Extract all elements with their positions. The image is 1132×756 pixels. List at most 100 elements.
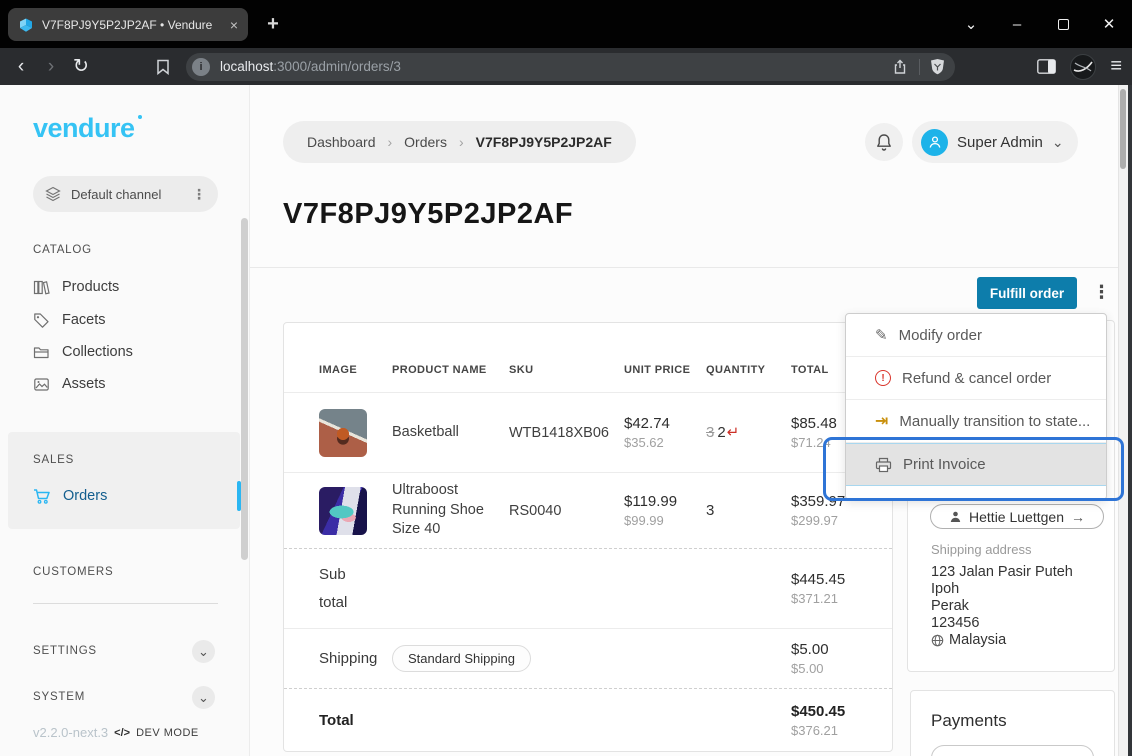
browser-tab[interactable]: V7F8PJ9Y5P2JP2AF • Vendure × xyxy=(8,8,248,41)
url-text[interactable]: localhost:3000/admin/orders/3 xyxy=(220,59,893,74)
notifications-button[interactable] xyxy=(865,123,903,161)
breadcrumb-dashboard[interactable]: Dashboard xyxy=(307,134,376,150)
breadcrumb-sep-icon: › xyxy=(459,134,464,150)
page-scrollbar-thumb[interactable] xyxy=(1120,89,1126,169)
channel-selector[interactable]: Default channel ⋮ xyxy=(33,176,218,212)
app-version: v2.2.0-next.3 xyxy=(33,725,108,740)
window-minimize-button[interactable]: – xyxy=(994,0,1040,48)
dev-mode-badge: DEV MODE xyxy=(136,727,199,739)
cart-icon xyxy=(33,488,51,505)
order-actions-kebab[interactable]: ⋮ xyxy=(1090,277,1114,307)
unit-price: $119.99 xyxy=(624,493,706,510)
maximize-icon xyxy=(1058,19,1069,30)
total-label: Total xyxy=(319,712,791,729)
fulfill-order-button[interactable]: Fulfill order xyxy=(977,277,1077,309)
menu-item-print-invoice[interactable]: Print Invoice xyxy=(846,443,1106,486)
shipping-address-label: Shipping address xyxy=(931,542,1031,557)
product-name[interactable]: Ultraboost Running Shoe Size 40 xyxy=(392,481,509,540)
vendure-admin-app: vendure Default channel ⋮ CATALOG xyxy=(0,85,1132,756)
payment-entry-stub[interactable] xyxy=(931,745,1094,756)
breadcrumb-current: V7F8PJ9Y5P2JP2AF xyxy=(476,134,612,150)
address-bar[interactable]: i localhost:3000/admin/orders/3 xyxy=(186,53,955,81)
sidebar-item-label: Orders xyxy=(63,488,107,504)
tag-icon xyxy=(33,312,50,329)
subtotal-value: $445.45 xyxy=(791,571,892,588)
menu-item-refund-cancel[interactable]: ! Refund & cancel order xyxy=(846,357,1106,400)
reload-button[interactable]: ↻ xyxy=(66,55,96,78)
menu-item-label: Print Invoice xyxy=(903,456,986,473)
share-icon[interactable] xyxy=(893,59,909,75)
sidebar-scrollbar[interactable] xyxy=(241,218,248,560)
page-scrollbar-track[interactable] xyxy=(1118,85,1128,756)
sidebar-item-label: Assets xyxy=(62,376,106,392)
col-header-sku: SKU xyxy=(509,364,624,376)
product-name[interactable]: Basketball xyxy=(392,423,509,443)
new-tab-button[interactable]: + xyxy=(260,11,286,37)
channel-kebab-icon[interactable]: ⋮ xyxy=(192,186,206,203)
bookmark-icon[interactable] xyxy=(148,59,178,75)
folder-icon xyxy=(33,344,50,361)
address-zip: 123456 xyxy=(931,615,1073,632)
table-row: Ultraboost Running Shoe Size 40 RS0040 $… xyxy=(284,473,892,549)
customer-link-button[interactable]: Hettie Luettgen → xyxy=(930,504,1104,529)
tab-search-icon[interactable]: ⌄ xyxy=(948,0,994,48)
main-content: Dashboard › Orders › V7F8PJ9Y5P2JP2AF xyxy=(250,85,1132,756)
sidebar-item-label: Products xyxy=(62,279,119,295)
address-city: Ipoh xyxy=(931,581,1073,598)
menu-hamburger-icon[interactable]: ≡ xyxy=(1110,55,1122,78)
tab-close-icon[interactable]: × xyxy=(230,18,238,32)
shipping-method-chip: Standard Shipping xyxy=(392,645,531,672)
payments-title: Payments xyxy=(931,711,1007,731)
menu-item-transition-state[interactable]: ⇥ Manually transition to state... xyxy=(846,400,1106,443)
order-actions-menu: ✎ Modify order ! Refund & cancel order ⇥… xyxy=(845,313,1107,500)
site-info-icon[interactable]: i xyxy=(192,58,210,76)
forward-button[interactable]: › xyxy=(36,56,66,78)
sidebar-panel-icon[interactable] xyxy=(1037,59,1056,74)
product-sku: WTB1418XB06 xyxy=(509,425,624,441)
browser-titlebar: V7F8PJ9Y5P2JP2AF • Vendure × + ⌄ – ✕ xyxy=(0,0,1132,48)
menu-item-modify-order[interactable]: ✎ Modify order xyxy=(846,314,1106,357)
quantity: 3 xyxy=(706,502,714,519)
breadcrumb-orders[interactable]: Orders xyxy=(404,134,447,150)
shipping-label: Shipping xyxy=(319,645,365,673)
product-thumbnail-basketball[interactable] xyxy=(319,409,367,457)
total-row: Total $450.45 $376.21 xyxy=(284,689,892,751)
total-value: $450.45 xyxy=(791,703,892,720)
warning-circle-icon: ! xyxy=(875,370,891,386)
chevron-down-icon: ⌄ xyxy=(198,644,209,660)
address-state: Perak xyxy=(931,598,1073,615)
bell-icon xyxy=(875,133,893,152)
subtotal-label: Sub total xyxy=(319,561,365,617)
sidebar-item-collections[interactable]: Collections xyxy=(33,341,133,363)
profile-avatar[interactable] xyxy=(1070,54,1096,80)
sidebar-item-facets[interactable]: Facets xyxy=(33,309,106,331)
window-edge xyxy=(1128,85,1132,756)
brave-shield-icon[interactable] xyxy=(930,58,945,75)
browser-toolbar: ‹ › ↻ i localhost:3000/admin/orders/3 xyxy=(0,48,1132,85)
globe-icon xyxy=(931,634,944,647)
person-icon xyxy=(949,510,962,523)
quantity-new: 2 xyxy=(717,424,725,441)
quantity-cell: 32↵ xyxy=(706,423,791,442)
sidebar-item-products[interactable]: Products xyxy=(33,276,119,298)
sidebar-item-assets[interactable]: Assets xyxy=(33,373,106,395)
system-expand-button[interactable]: ⌄ xyxy=(192,686,215,709)
shipping-row: Shipping Standard Shipping $5.00 $5.00 xyxy=(284,629,892,689)
menu-item-label: Manually transition to state... xyxy=(899,413,1090,430)
menu-item-label: Modify order xyxy=(899,327,982,344)
window-maximize-button[interactable] xyxy=(1040,0,1086,48)
back-button[interactable]: ‹ xyxy=(6,56,36,78)
settings-expand-button[interactable]: ⌄ xyxy=(192,640,215,663)
user-menu[interactable]: Super Admin ⌄ xyxy=(912,121,1078,163)
product-thumbnail-shoe[interactable] xyxy=(319,487,367,535)
quantity-old: 3 xyxy=(706,424,714,441)
products-icon xyxy=(33,279,50,296)
arrow-right-icon: → xyxy=(1071,509,1085,525)
vendure-logo[interactable]: vendure xyxy=(33,113,135,144)
sidebar-item-orders[interactable]: Orders xyxy=(33,485,107,507)
shipping-address: 123 Jalan Pasir Puteh Ipoh Perak 123456 xyxy=(931,564,1073,649)
window-close-button[interactable]: ✕ xyxy=(1086,0,1132,48)
browser-window: V7F8PJ9Y5P2JP2AF • Vendure × + ⌄ – ✕ ‹ ›… xyxy=(0,0,1132,756)
tab-title: V7F8PJ9Y5P2JP2AF • Vendure xyxy=(42,18,222,32)
sidebar-item-label: Facets xyxy=(62,312,106,328)
